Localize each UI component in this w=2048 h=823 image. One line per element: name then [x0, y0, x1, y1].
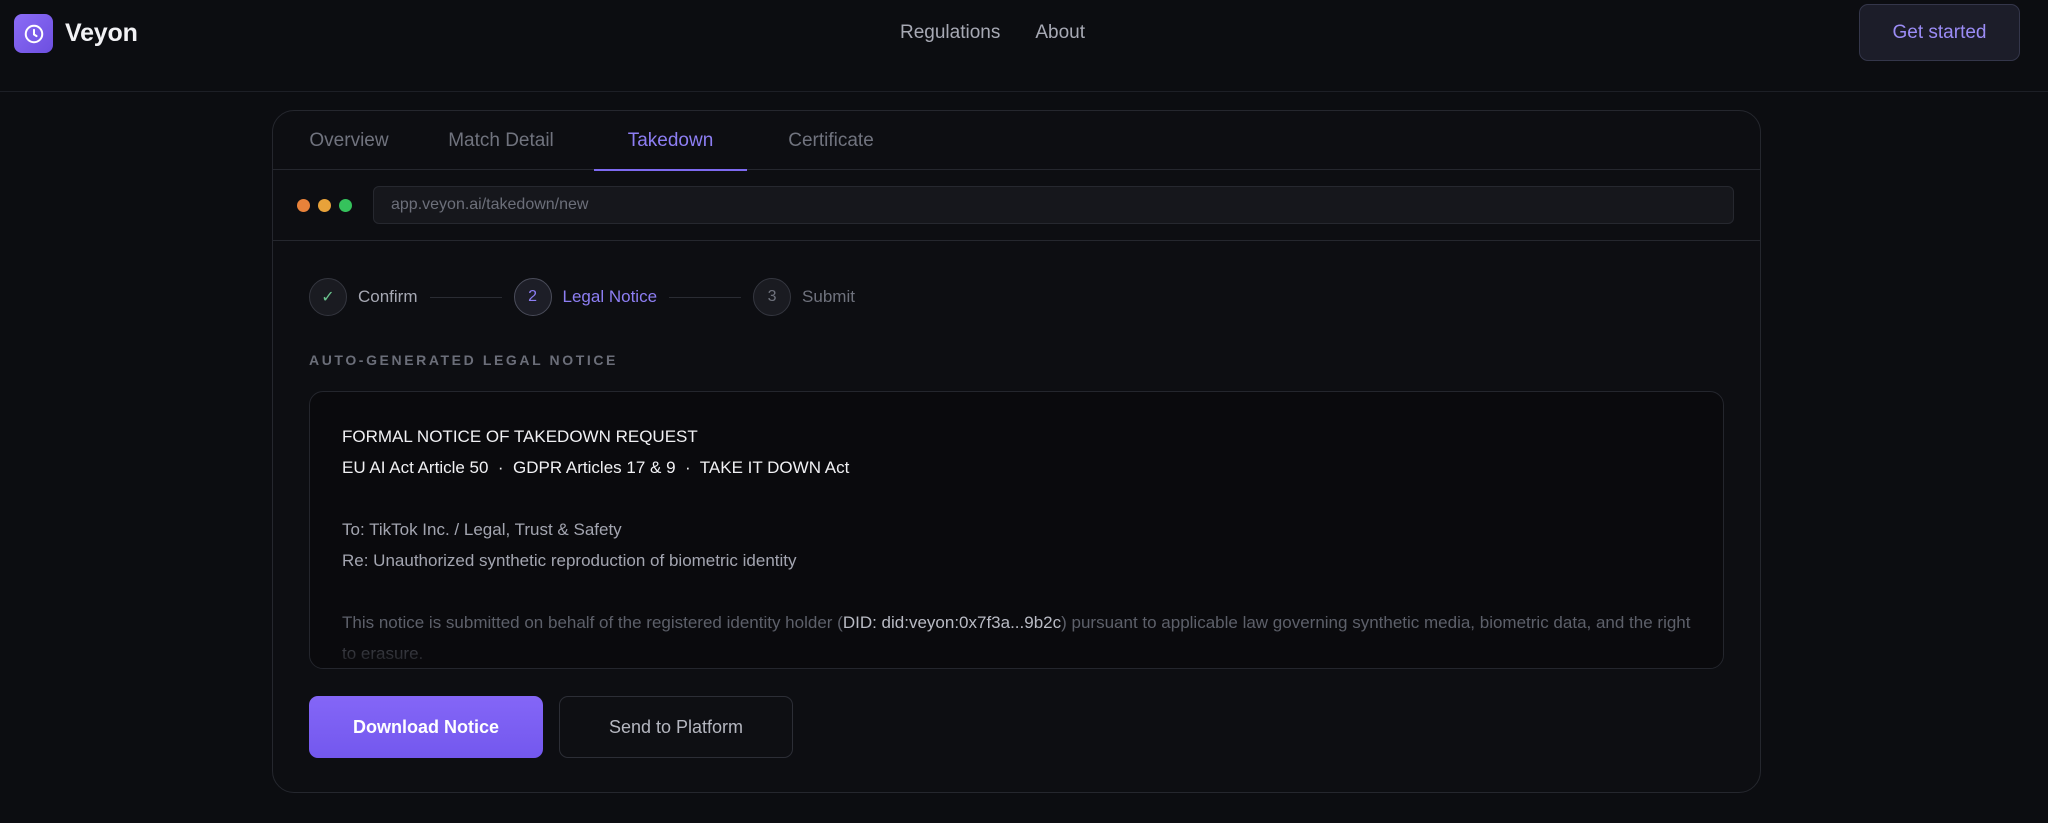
tab-label: Certificate: [788, 129, 874, 151]
step-number-3: 3: [753, 278, 792, 316]
step-connector: [669, 296, 742, 298]
clock-logo-icon: [14, 14, 53, 53]
download-notice-button[interactable]: Download Notice: [309, 696, 543, 758]
nav-link-about[interactable]: About: [1035, 20, 1085, 46]
maximize-dot-icon: [339, 199, 352, 212]
notice-title: FORMAL NOTICE OF TAKEDOWN REQUEST: [342, 427, 698, 446]
close-dot-icon: [297, 199, 310, 212]
notice-subject: Re: Unauthorized synthetic reproduction …: [342, 551, 797, 570]
brand-name: Veyon: [65, 19, 138, 47]
tab-overview[interactable]: Overview: [289, 111, 409, 170]
nav-link-regulations[interactable]: Regulations: [900, 20, 1000, 46]
main-nav: Regulations About: [900, 20, 1085, 46]
takedown-panel: Overview Match Detail Takedown Certifica…: [272, 110, 1761, 793]
step-label-legal-notice: Legal Notice: [562, 287, 658, 306]
tab-label: Overview: [309, 129, 389, 151]
section-heading: AUTO-GENERATED LEGAL NOTICE: [309, 352, 618, 368]
takedown-stepper: ✓ Confirm 2 Legal Notice 3 Submit: [309, 277, 855, 317]
url-field[interactable]: app.veyon.ai/takedown/new: [373, 186, 1734, 224]
tab-label: Takedown: [627, 129, 714, 151]
step-label-confirm: Confirm: [358, 287, 418, 306]
tab-takedown[interactable]: Takedown: [594, 111, 747, 171]
step-label-submit: Submit: [802, 287, 855, 306]
notice-recipient: To: TikTok Inc. / Legal, Trust & Safety: [342, 520, 622, 539]
top-navigation-bar: Veyon Regulations About Get started: [0, 0, 2048, 92]
window-controls: [297, 199, 352, 212]
notice-legal-basis: EU AI Act Article 50 · GDPR Articles 17 …: [342, 458, 850, 477]
tab-bar: Overview Match Detail Takedown Certifica…: [273, 111, 1760, 171]
browser-chrome: app.veyon.ai/takedown/new: [273, 170, 1760, 241]
brand[interactable]: Veyon: [14, 14, 138, 53]
tab-label: Match Detail: [448, 129, 554, 151]
legal-notice-preview[interactable]: FORMAL NOTICE OF TAKEDOWN REQUEST EU AI …: [309, 391, 1724, 669]
get-started-button[interactable]: Get started: [1859, 4, 2020, 61]
step-number-2: 2: [513, 278, 552, 316]
scroll-fade: [310, 628, 1723, 668]
step-connector: [429, 296, 502, 298]
tab-certificate[interactable]: Certificate: [763, 111, 899, 170]
send-to-platform-button[interactable]: Send to Platform: [559, 696, 793, 758]
tab-match-detail[interactable]: Match Detail: [425, 111, 577, 170]
checkmark-icon: ✓: [309, 278, 347, 316]
minimize-dot-icon: [318, 199, 331, 212]
